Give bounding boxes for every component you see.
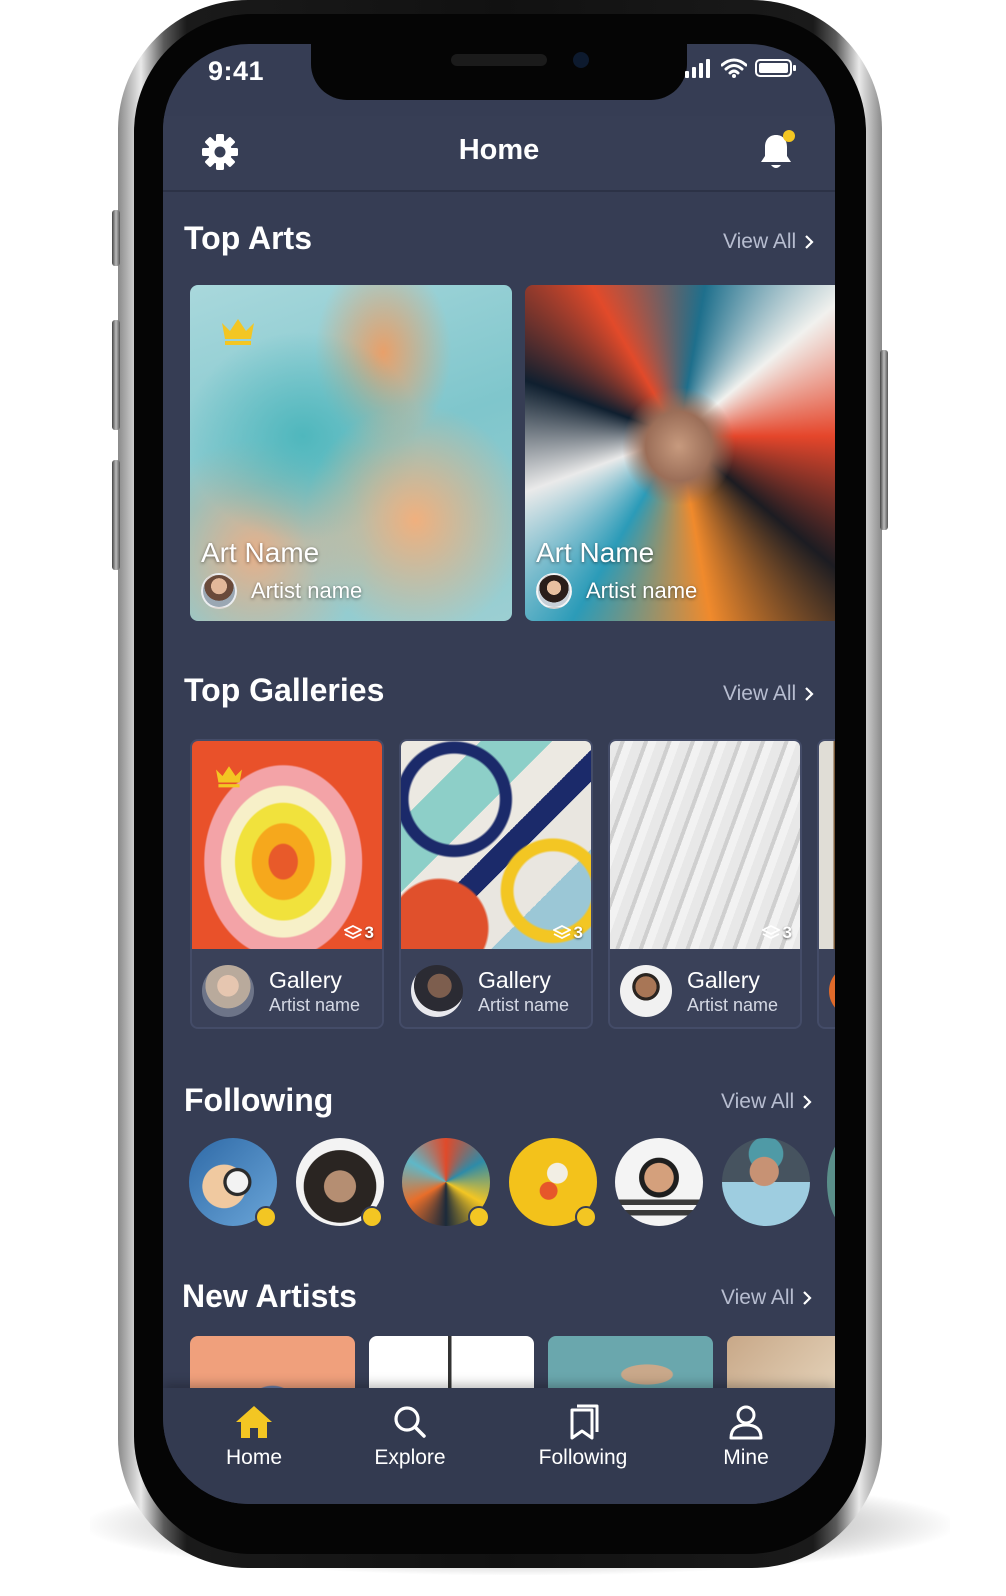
chevron-right-icon (803, 1095, 812, 1109)
artist-name: Artist name (687, 995, 779, 1015)
gallery-count-value: 3 (573, 923, 583, 942)
section-title-top-galleries: Top Galleries (184, 672, 385, 708)
notification-badge (783, 130, 795, 142)
status-time: 9:41 (208, 56, 265, 86)
notch (311, 44, 687, 100)
avatar (620, 965, 672, 1017)
bottom-tab-bar: Home Explore Following Mine (163, 1388, 835, 1504)
tab-mine[interactable]: Mine (686, 1404, 806, 1470)
view-all-top-arts[interactable]: View All (723, 230, 814, 254)
avatar (536, 573, 572, 609)
gallery-image (819, 741, 835, 949)
chevron-right-icon (803, 1291, 812, 1305)
gallery-image (610, 741, 800, 949)
avatar (411, 965, 463, 1017)
art-name: Art Name (201, 537, 320, 568)
online-indicator (468, 1206, 490, 1228)
view-all-label: View All (721, 1090, 795, 1113)
gallery-footer (819, 949, 835, 1027)
search-icon (394, 1406, 426, 1438)
front-camera (573, 52, 589, 68)
status-bar: 9:41 (163, 44, 835, 114)
view-all-label: View All (723, 230, 797, 253)
gallery-card[interactable] (817, 739, 835, 1029)
artist-name: Artist name (251, 578, 363, 603)
tab-label: Following (538, 1446, 628, 1469)
gallery-image (401, 741, 591, 949)
view-all-following[interactable]: View All (721, 1090, 812, 1114)
gallery-footer: Gallery Artist name (401, 949, 591, 1027)
online-indicator (575, 1206, 597, 1228)
view-all-top-galleries[interactable]: View All (723, 682, 814, 706)
app-header: Home (163, 116, 835, 192)
gallery-footer: Gallery Artist name (192, 949, 382, 1027)
tab-home[interactable]: Home (194, 1404, 314, 1470)
wifi-icon (721, 58, 747, 78)
layers-icon (343, 925, 362, 940)
following-avatar[interactable] (827, 1138, 835, 1226)
gallery-count: 3 (761, 923, 792, 943)
gallery-footer: Gallery Artist name (610, 949, 800, 1027)
tab-following[interactable]: Following (523, 1404, 643, 1470)
avatar (829, 965, 835, 1017)
gallery-count-value: 3 (364, 923, 374, 942)
section-title-new-artists: New Artists (182, 1278, 357, 1314)
tab-explore[interactable]: Explore (350, 1404, 470, 1470)
page-title: Home (458, 134, 540, 166)
art-artist-row: Artist name (536, 573, 697, 609)
gallery-name: Gallery (269, 967, 342, 993)
section-title-top-arts: Top Arts (184, 220, 312, 256)
tab-label: Explore (374, 1446, 446, 1469)
artist-name: Artist name (586, 578, 698, 603)
art-artist-row: Artist name (201, 573, 362, 609)
gallery-card[interactable]: 3 Gallery Artist name (190, 739, 384, 1029)
crown-icon (216, 766, 242, 788)
signal-icon (685, 59, 710, 78)
art-card[interactable]: Art Name Artist name (525, 285, 835, 621)
view-all-label: View All (723, 682, 797, 705)
speaker (451, 54, 547, 66)
avatar (202, 965, 254, 1017)
chevron-right-icon (805, 687, 814, 701)
gallery-count: 3 (343, 923, 374, 943)
app-screen: 9:41 Home Top Arts View All Art Name Art… (163, 44, 835, 1504)
side-button (112, 460, 120, 570)
art-card[interactable]: Art Name Artist name (190, 285, 512, 621)
crown-icon (222, 319, 254, 345)
gallery-name: Gallery (687, 967, 760, 993)
side-button (112, 320, 120, 430)
view-all-new-artists[interactable]: View All (721, 1286, 812, 1310)
avatar (201, 573, 237, 609)
gallery-card[interactable]: 3 Gallery Artist name (399, 739, 593, 1029)
online-indicator (361, 1206, 383, 1228)
side-button (880, 350, 888, 530)
bookmark-icon (570, 1404, 599, 1440)
artist-name: Artist name (478, 995, 570, 1015)
home-icon (236, 1406, 272, 1438)
art-name: Art Name (536, 537, 655, 568)
tab-label: Home (225, 1446, 283, 1469)
gallery-count-value: 3 (782, 923, 792, 942)
following-avatar[interactable] (722, 1138, 810, 1226)
layers-icon (552, 925, 571, 940)
section-title-following: Following (184, 1082, 334, 1118)
status-icons (685, 58, 797, 78)
following-avatar[interactable] (615, 1138, 703, 1226)
user-icon (729, 1405, 763, 1440)
layers-icon (761, 925, 780, 940)
gallery-name: Gallery (478, 967, 551, 993)
battery-icon (755, 59, 796, 77)
gallery-count: 3 (552, 923, 583, 943)
side-button (112, 210, 120, 266)
chevron-right-icon (805, 235, 814, 249)
view-all-label: View All (721, 1286, 795, 1309)
online-indicator (255, 1206, 277, 1228)
gallery-card[interactable]: 3 Gallery Artist name (608, 739, 802, 1029)
artist-name: Artist name (269, 995, 361, 1015)
tab-label: Mine (723, 1446, 769, 1469)
